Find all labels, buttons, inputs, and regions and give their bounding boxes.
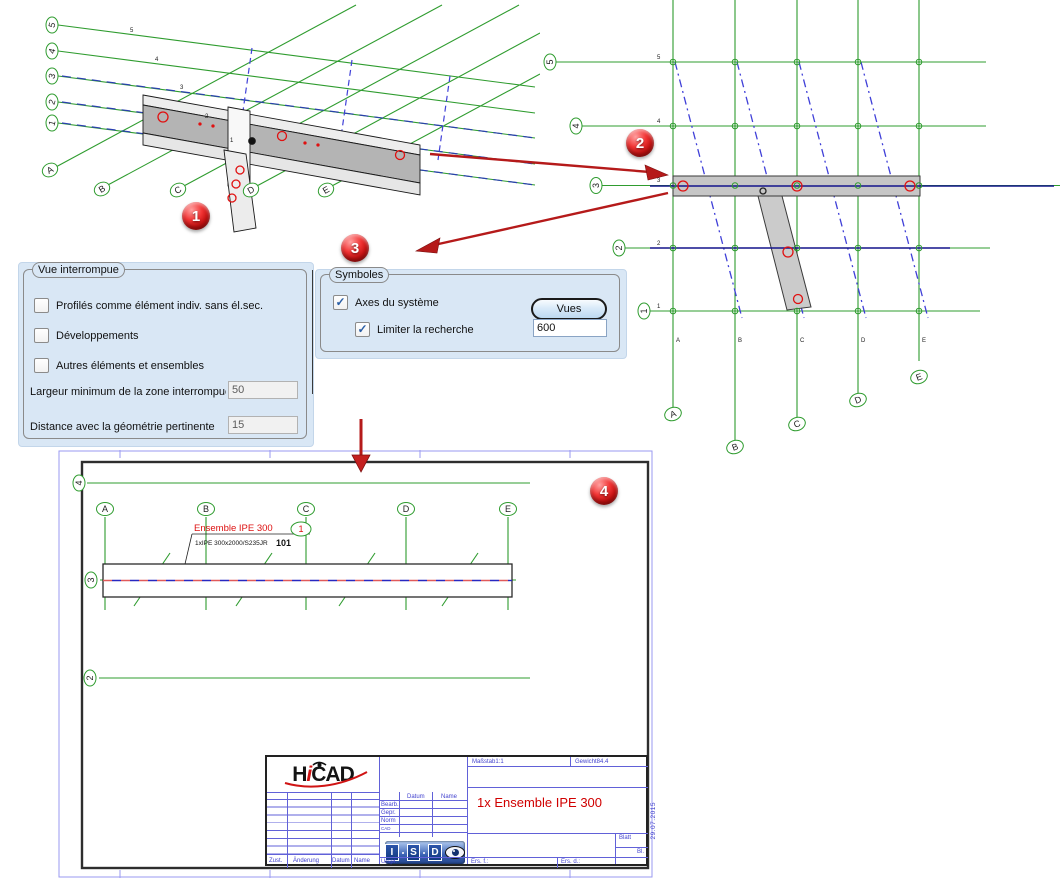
groupbox-title: Symboles	[329, 267, 389, 283]
row-cad: CAD	[381, 826, 391, 831]
svg-text:B: B	[738, 338, 742, 344]
svg-text:E: E	[505, 504, 511, 514]
plan-bottom-axis-labels: A B C D E	[663, 368, 929, 456]
svg-text:5: 5	[130, 28, 134, 34]
label-name: Name	[354, 858, 370, 864]
screenshot-root: 5 4 3 2 1 A B C D E 5 4 3 2 1	[0, 0, 1062, 894]
sheet-date-vertical: 29.07.2015	[650, 802, 657, 840]
svg-text:D: D	[861, 338, 866, 344]
svg-text:5: 5	[545, 59, 555, 64]
svg-text:C: C	[800, 338, 805, 344]
svg-text:D: D	[403, 504, 410, 514]
check-icon: ✓	[335, 297, 345, 307]
label-zust: Zust.	[269, 858, 282, 864]
blatt-label: Blatt	[619, 835, 631, 841]
svg-text:2: 2	[657, 241, 661, 247]
svg-text:5: 5	[657, 55, 661, 61]
plan-beam	[650, 176, 1054, 310]
row-gepr: Gepr.	[381, 810, 396, 816]
hicad-logo: HiCAD	[267, 757, 379, 792]
iso-left-axis-labels: 5 4 3 2 1	[46, 17, 58, 131]
annotation-title: Ensemble IPE 300	[194, 523, 273, 534]
svg-text:C: C	[303, 504, 310, 514]
col-name: Name	[441, 794, 457, 800]
svg-text:3: 3	[591, 183, 601, 188]
badge-4: 4	[590, 477, 618, 505]
groupbox-title: Vue interrompue	[32, 262, 125, 278]
drawing-sheet: 4 3 2 A B C D E Ensemble IPE 300 1 1xIPE…	[58, 450, 658, 882]
input-limite-recherche[interactable]	[533, 319, 607, 337]
bl-label: Bl.	[637, 849, 644, 855]
checkbox-label: Axes du système	[355, 297, 439, 309]
svg-text:A: A	[676, 338, 680, 344]
dialog-vue-interrompue: Vue interrompue Profilés comme élément i…	[18, 262, 314, 447]
field-label-distance: Distance avec la géométrie pertinente	[30, 421, 226, 433]
svg-text:E: E	[922, 338, 926, 344]
checkbox-label: Limiter la recherche	[377, 324, 474, 336]
isd-letter: D	[428, 844, 442, 861]
dialog-crop-edge	[312, 270, 313, 394]
row-bearb: Bearb.	[381, 802, 399, 808]
svg-text:3: 3	[657, 178, 661, 184]
annotation-position-number: 101	[276, 538, 291, 548]
part-label: 1x Ensemble IPE 300	[477, 795, 602, 810]
checkbox-limiter-recherche[interactable]: ✓	[355, 322, 370, 337]
annotation-detail: 1xIPE 300x2000/S235JR	[195, 540, 268, 547]
svg-text:4: 4	[571, 123, 581, 128]
svg-text:1: 1	[657, 304, 661, 310]
svg-text:2: 2	[614, 245, 624, 250]
weight-label: Gewicht84.4	[575, 759, 608, 765]
scale-label: Maßstab1:1	[472, 759, 504, 765]
annotation-position-bubble: 1	[298, 524, 303, 534]
title-block: HiCAD Zust. Änderung Datum Name Datum Na…	[265, 755, 648, 866]
checkbox-label: Développements	[56, 330, 139, 342]
revision-table	[267, 792, 379, 854]
svg-text:3: 3	[180, 85, 184, 91]
svg-text:A: A	[102, 504, 108, 514]
checkbox-developpements[interactable]	[34, 328, 49, 343]
checkbox-axes-systeme[interactable]: ✓	[333, 295, 348, 310]
svg-text:4: 4	[657, 119, 661, 125]
col-datum: Datum	[407, 794, 425, 800]
iso-3d-view: 5 4 3 2 1 A B C D E 5 4 3 2 1	[0, 0, 540, 260]
groupbox-vue-interrompue: Vue interrompue Profilés comme élément i…	[23, 269, 307, 439]
plan-grid-lines	[556, 0, 1060, 441]
svg-text:3: 3	[86, 577, 96, 582]
badge-2: 2	[626, 129, 654, 157]
urspr-label: Urspr.	[381, 859, 397, 865]
dialog-symboles: Symboles ✓ Axes du système Vues ✓ Limite…	[315, 269, 627, 359]
checkbox-profiles-individuels[interactable]	[34, 298, 49, 313]
svg-text:B: B	[203, 504, 209, 514]
label-datum: Datum	[332, 858, 350, 864]
checkbox-label: Profilés comme élément indiv. sans él.se…	[56, 300, 263, 312]
svg-text:2: 2	[85, 675, 95, 680]
badge-1: 1	[182, 202, 210, 230]
ers-d-label: Ers. d.:	[561, 859, 580, 865]
ers-f-label: Ers. f.:	[471, 859, 488, 865]
checkbox-label: Autres éléments et ensembles	[56, 360, 204, 372]
svg-text:4: 4	[155, 57, 159, 63]
row-norm: Norm	[381, 818, 396, 824]
svg-text:1: 1	[639, 308, 649, 313]
badge-3: 3	[341, 234, 369, 262]
plan-brace	[758, 196, 811, 310]
groupbox-symboles: Symboles ✓ Axes du système Vues ✓ Limite…	[320, 274, 620, 352]
plan-2d-view: 5 4 3 2 1 A B C D E 5 4 3 2 1 A B C D E	[530, 0, 1062, 470]
svg-text:4: 4	[74, 480, 84, 485]
input-largeur-minimum	[228, 381, 298, 399]
input-distance-geometrie	[228, 416, 298, 434]
field-label-largeur: Largeur minimum de la zone interrompue	[30, 386, 226, 398]
check-icon: ✓	[357, 324, 367, 334]
vues-button[interactable]: Vues	[531, 298, 607, 320]
label-aenderung: Änderung	[293, 858, 319, 864]
checkbox-autres-elements[interactable]	[34, 358, 49, 373]
isd-letter: S	[407, 844, 421, 861]
